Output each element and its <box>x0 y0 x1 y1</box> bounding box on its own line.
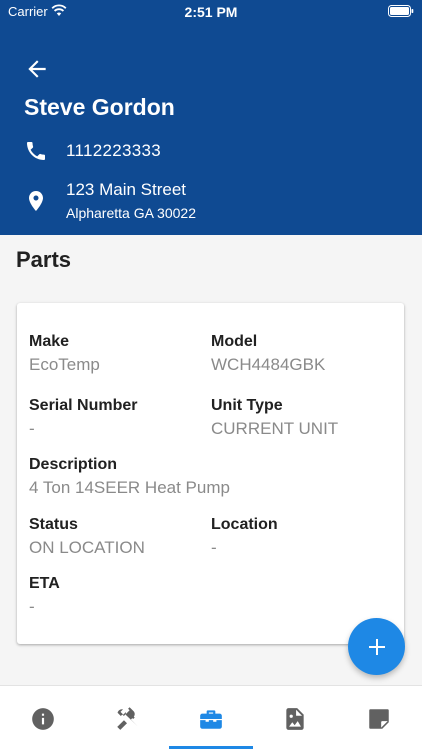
back-arrow-icon[interactable] <box>24 56 50 82</box>
customer-phone[interactable]: 1112223333 <box>66 141 161 161</box>
field-serial-number: Serial Number - <box>29 396 137 440</box>
field-label: Status <box>29 516 78 533</box>
field-description: Description 4 Ton 14SEER Heat Pump <box>29 455 230 499</box>
field-model: Model WCH4484GBK <box>211 332 325 376</box>
nav-tab-notes[interactable] <box>337 686 421 750</box>
nav-tab-photos[interactable] <box>253 686 337 750</box>
address-street[interactable]: 123 Main Street <box>66 180 186 200</box>
phone-icon <box>27 142 45 160</box>
field-unit-type: Unit Type CURRENT UNIT <box>211 396 338 440</box>
note-icon <box>369 708 389 729</box>
field-label: Serial Number <box>29 397 138 414</box>
address-city[interactable]: Alpharetta GA 30022 <box>66 205 196 221</box>
battery-icon <box>388 5 414 17</box>
photo-icon <box>286 707 304 730</box>
status-bar: Carrier 2:51 PM <box>0 0 422 24</box>
tools-icon <box>117 706 138 730</box>
field-value: WCH4484GBK <box>211 355 326 374</box>
part-card[interactable]: Make EcoTemp Model WCH4484GBK Serial Num… <box>17 303 404 644</box>
active-tab-indicator <box>169 746 253 749</box>
field-status: Status ON LOCATION <box>29 515 145 559</box>
customer-header: Carrier 2:51 PM Steve Gordon 1112223333 … <box>0 0 422 235</box>
field-label: ETA <box>29 575 60 592</box>
field-value: ON LOCATION <box>29 538 145 557</box>
field-eta: ETA - <box>29 574 60 618</box>
field-value: - <box>29 597 35 616</box>
field-value: - <box>211 538 217 557</box>
bottom-nav <box>0 685 422 750</box>
add-part-button[interactable] <box>348 618 405 675</box>
field-label: Location <box>211 516 278 533</box>
toolbox-icon <box>200 709 222 729</box>
nav-tab-info[interactable] <box>1 686 85 750</box>
customer-name: Steve Gordon <box>24 94 175 120</box>
field-label: Model <box>211 333 258 350</box>
nav-tab-tools[interactable] <box>85 686 169 750</box>
field-value: EcoTemp <box>29 355 100 374</box>
field-value: CURRENT UNIT <box>211 419 339 438</box>
field-location: Location - <box>211 515 278 559</box>
field-value: - <box>29 419 35 438</box>
info-icon <box>32 707 54 730</box>
field-make: Make EcoTemp <box>29 332 100 376</box>
field-label: Description <box>29 456 118 473</box>
field-label: Make <box>29 333 70 350</box>
field-label: Unit Type <box>211 397 283 414</box>
field-value: 4 Ton 14SEER Heat Pump <box>29 478 230 497</box>
nav-tab-parts[interactable] <box>169 686 253 750</box>
section-title: Parts <box>16 247 72 272</box>
location-pin-icon <box>29 191 43 211</box>
plus-icon <box>368 638 385 655</box>
status-time: 2:51 PM <box>184 4 238 20</box>
